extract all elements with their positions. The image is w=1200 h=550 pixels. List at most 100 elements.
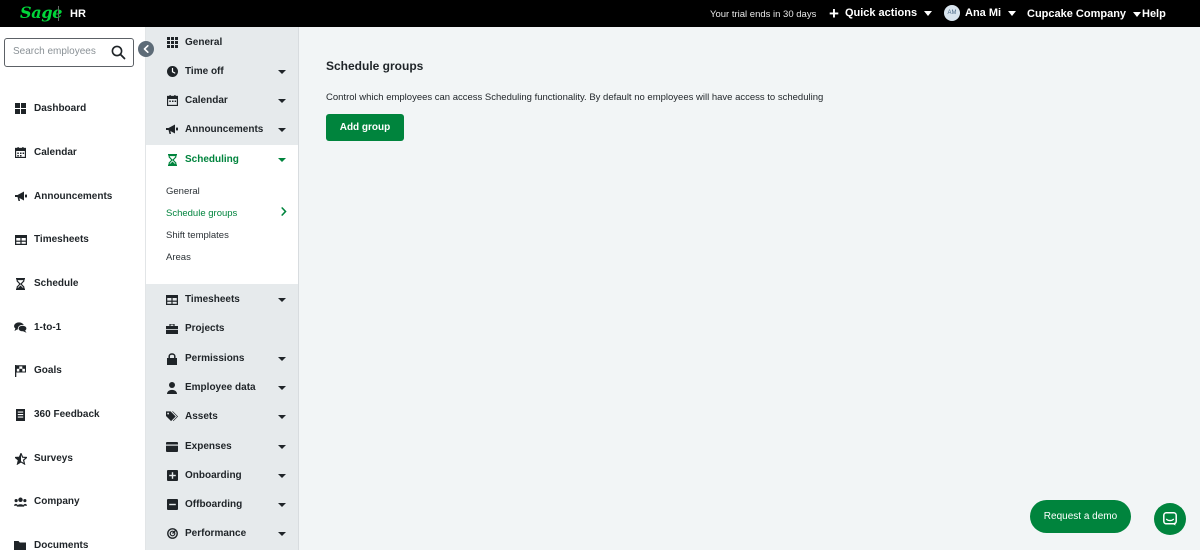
folder-icon <box>14 539 27 550</box>
caret-down-icon <box>278 99 286 103</box>
calendar-icon <box>14 146 27 159</box>
quick-actions-button[interactable]: + Quick actions <box>829 3 933 23</box>
settings-item-time-off[interactable]: Time off <box>146 57 298 86</box>
sidebar-item-label: Announcements <box>34 191 113 202</box>
sidebar-item-documents[interactable]: Documents <box>14 539 88 550</box>
sidebar-item-dashboard[interactable]: Dashboard <box>14 102 86 115</box>
settings-item-assets[interactable]: Assets <box>146 402 298 431</box>
caret-down-icon <box>278 158 286 162</box>
company-menu[interactable]: Cupcake Company <box>1027 8 1142 20</box>
settings-item-expenses[interactable]: Expenses <box>146 432 298 461</box>
sidebar-item-calendar[interactable]: Calendar <box>14 146 77 159</box>
logo-divider <box>58 6 59 21</box>
briefcase-icon <box>166 323 178 335</box>
submenu-item-schedule-groups[interactable]: Schedule groups <box>166 208 237 219</box>
sidebar-item-label: Documents <box>34 540 89 550</box>
table-icon <box>166 294 178 306</box>
grid-icon <box>14 102 27 115</box>
submenu-item-general[interactable]: General <box>166 186 200 197</box>
caret-down-icon <box>278 128 286 132</box>
sidebar-item-announcements[interactable]: Announcements <box>14 190 112 203</box>
sidebar-item-label: Schedule <box>34 278 79 289</box>
settings-item-timesheets[interactable]: Timesheets <box>146 285 298 314</box>
grid-icon <box>166 37 178 49</box>
hourglass-icon <box>14 277 27 290</box>
sidebar-item-360-feedback[interactable]: 360 Feedback <box>14 408 100 421</box>
settings-item-offboarding[interactable]: Offboarding <box>146 490 298 519</box>
minus-square-icon <box>166 499 178 511</box>
sidebar-item-label: Dashboard <box>34 103 87 114</box>
star-icon <box>14 452 27 465</box>
trial-notice: Your trial ends in 30 days <box>710 9 817 20</box>
settings-item-scheduling[interactable]: Scheduling <box>146 145 298 174</box>
settings-item-general[interactable]: General <box>146 28 298 57</box>
main-content: Schedule groups Control which employees … <box>299 27 1200 550</box>
sidebar-item-surveys[interactable]: Surveys <box>14 452 73 465</box>
page-title: Schedule groups <box>326 59 424 73</box>
settings-item-label: Assets <box>185 411 218 422</box>
settings-item-label: Expenses <box>185 441 232 452</box>
sage-logo[interactable]: Sage <box>20 3 62 22</box>
caret-down-icon <box>924 10 933 16</box>
chat-bubbles-icon <box>14 321 27 334</box>
caret-down-icon <box>278 532 286 536</box>
settings-item-label: Offboarding <box>185 499 243 510</box>
sidebar-item-company[interactable]: Company <box>14 495 80 508</box>
request-demo-button[interactable]: Request a demo <box>1030 500 1131 533</box>
top-bar: Sage HR Your trial ends in 30 days + Qui… <box>0 0 1200 27</box>
megaphone-icon <box>166 124 178 136</box>
caret-down-icon <box>278 415 286 419</box>
plus-icon: + <box>829 3 839 23</box>
settings-sidebar: General Time off Calendar Announcements … <box>146 27 299 550</box>
sidebar-item-goals[interactable]: Goals <box>14 364 62 377</box>
caret-down-icon <box>278 357 286 361</box>
collapse-sidebar-button[interactable] <box>138 41 154 57</box>
search-icon[interactable] <box>111 45 126 65</box>
sidebar-item-timesheets[interactable]: Timesheets <box>14 233 89 246</box>
settings-item-label: Timesheets <box>185 294 240 305</box>
settings-item-announcements[interactable]: Announcements <box>146 115 298 144</box>
app-name: HR <box>70 8 86 20</box>
plus-square-icon <box>166 470 178 482</box>
sidebar-item-1-to-1[interactable]: 1-to-1 <box>14 321 61 334</box>
settings-item-onboarding[interactable]: Onboarding <box>146 461 298 490</box>
sidebar-item-label: Calendar <box>34 147 77 158</box>
hourglass-icon <box>166 153 178 166</box>
chat-launcher-button[interactable] <box>1154 503 1186 535</box>
settings-item-label: Time off <box>185 66 224 77</box>
avatar: AM <box>944 5 960 21</box>
add-group-button[interactable]: Add group <box>326 114 404 141</box>
settings-item-calendar[interactable]: Calendar <box>146 86 298 115</box>
caret-down-icon <box>1008 10 1017 16</box>
submenu-item-shift-templates[interactable]: Shift templates <box>166 230 229 241</box>
user-menu[interactable]: AM Ana Mi <box>944 5 1017 21</box>
settings-item-employee-data[interactable]: Employee data <box>146 373 298 402</box>
sidebar-item-label: Company <box>34 496 80 507</box>
settings-item-permissions[interactable]: Permissions <box>146 344 298 373</box>
settings-item-performance[interactable]: Performance <box>146 519 298 548</box>
settings-item-label: Announcements <box>185 124 264 135</box>
person-icon <box>166 381 178 394</box>
clock-icon <box>166 66 178 78</box>
megaphone-icon <box>14 190 27 203</box>
chat-icon <box>1163 512 1177 526</box>
help-link[interactable]: Help <box>1142 8 1166 20</box>
caret-down-icon <box>278 386 286 390</box>
flag-icon <box>14 364 27 377</box>
sidebar-item-label: Goals <box>34 365 62 376</box>
sidebar-item-label: 1-to-1 <box>34 322 62 333</box>
search-input[interactable] <box>13 46 109 57</box>
settings-item-projects[interactable]: Projects <box>146 314 298 343</box>
sidebar-item-schedule[interactable]: Schedule <box>14 277 78 290</box>
settings-item-label: General <box>185 37 223 48</box>
company-name: Cupcake Company <box>1027 8 1127 20</box>
wallet-icon <box>166 441 178 453</box>
lock-icon <box>166 352 178 365</box>
sidebar-item-label: 360 Feedback <box>34 409 100 420</box>
settings-item-label: Scheduling <box>185 154 239 165</box>
settings-item-label: Performance <box>185 528 247 539</box>
settings-item-label: Onboarding <box>185 470 242 481</box>
gauge-icon <box>166 528 178 540</box>
calendar-icon <box>166 95 178 107</box>
submenu-item-areas[interactable]: Areas <box>166 252 191 263</box>
